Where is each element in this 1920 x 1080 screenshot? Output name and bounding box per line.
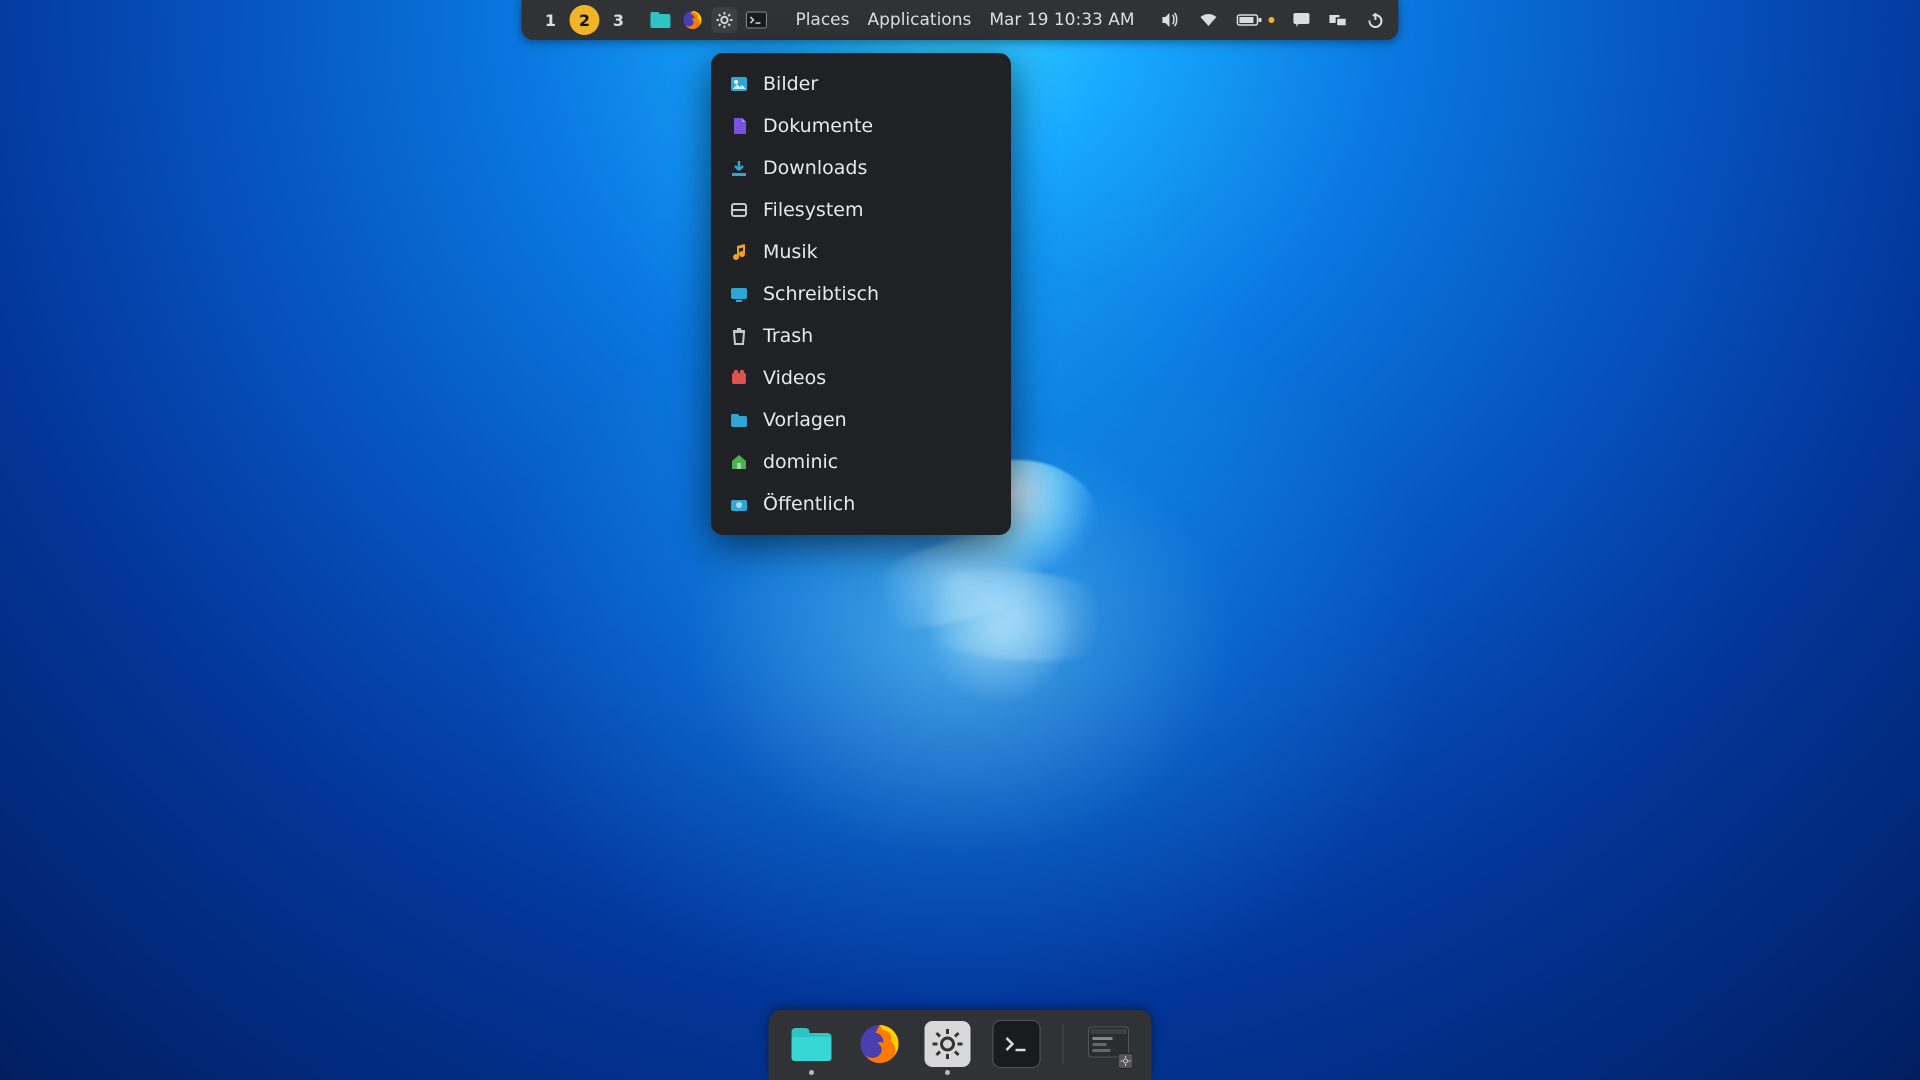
places-dropdown: Bilder Dokumente Downloads Filesystem Musik S… xyxy=(711,53,1011,535)
folder-icon xyxy=(729,410,749,430)
running-indicator xyxy=(945,1070,950,1075)
home-icon xyxy=(729,452,749,472)
terminal-icon[interactable] xyxy=(743,7,769,33)
downloads-icon xyxy=(729,158,749,178)
music-icon xyxy=(729,242,749,262)
menu-item-label: Videos xyxy=(763,367,826,389)
battery-indicator-dot xyxy=(1269,17,1275,23)
menu-item-label: Trash xyxy=(763,325,813,347)
chat-icon[interactable] xyxy=(1293,12,1311,28)
files-icon[interactable] xyxy=(647,7,673,33)
running-indicator xyxy=(809,1070,814,1075)
places-item-dominic[interactable]: dominic xyxy=(711,441,1011,483)
places-item-bilder[interactable]: Bilder xyxy=(711,63,1011,105)
documents-icon xyxy=(729,116,749,136)
menu-item-label: Musik xyxy=(763,241,818,263)
menu-item-label: Schreibtisch xyxy=(763,283,879,305)
videos-icon xyxy=(729,368,749,388)
workspace-switcher: 123 xyxy=(535,5,633,35)
places-item-schreibtisch[interactable]: Schreibtisch xyxy=(711,273,1011,315)
desktop-wallpaper: 123 Places Applications Mar 19 10:33 AM xyxy=(0,0,1920,1080)
gear-badge-icon xyxy=(1118,1053,1134,1069)
power-icon[interactable] xyxy=(1367,11,1385,29)
workspaces-icon[interactable] xyxy=(1329,12,1349,28)
places-item-musik[interactable]: Musik xyxy=(711,231,1011,273)
dock-separator xyxy=(1063,1024,1064,1064)
terminal-app-icon[interactable] xyxy=(993,1020,1041,1068)
places-item-filesystem[interactable]: Filesystem xyxy=(711,189,1011,231)
workspace-3[interactable]: 3 xyxy=(603,5,633,35)
public-icon xyxy=(729,494,749,514)
places-item-trash[interactable]: Trash xyxy=(711,315,1011,357)
settings-icon[interactable] xyxy=(711,7,737,33)
workspace-2[interactable]: 2 xyxy=(569,5,599,35)
places-item-vorlagen[interactable]: Vorlagen xyxy=(711,399,1011,441)
trash-icon xyxy=(729,326,749,346)
menu-item-label: Filesystem xyxy=(763,199,863,221)
files-app-icon[interactable] xyxy=(789,1021,835,1067)
settings-app-icon[interactable] xyxy=(925,1021,971,1067)
system-tray xyxy=(1161,11,1385,29)
volume-icon[interactable] xyxy=(1161,12,1181,28)
menu-item-label: Dokumente xyxy=(763,115,873,137)
workspace-1[interactable]: 1 xyxy=(535,5,565,35)
places-item-dokumente[interactable]: Dokumente xyxy=(711,105,1011,147)
firefox-app-icon[interactable] xyxy=(857,1021,903,1067)
settings-window-icon[interactable] xyxy=(1086,1021,1132,1067)
desktop-icon xyxy=(729,284,749,304)
top-panel: 123 Places Applications Mar 19 10:33 AM xyxy=(521,0,1398,40)
dock xyxy=(769,1010,1152,1080)
firefox-icon[interactable] xyxy=(679,7,705,33)
menu-item-label: Öffentlich xyxy=(763,493,855,515)
places-item-downloads[interactable]: Downloads xyxy=(711,147,1011,189)
wifi-icon[interactable] xyxy=(1199,12,1219,28)
filesystem-icon xyxy=(729,200,749,220)
menu-item-label: Downloads xyxy=(763,157,867,179)
menu-item-label: Vorlagen xyxy=(763,409,847,431)
menu-item-label: dominic xyxy=(763,451,838,473)
places-menu-button[interactable]: Places xyxy=(789,10,855,30)
places-item-videos[interactable]: Videos xyxy=(711,357,1011,399)
applications-menu-button[interactable]: Applications xyxy=(862,10,978,30)
clock[interactable]: Mar 19 10:33 AM xyxy=(983,10,1140,30)
places-item-öffentlich[interactable]: Öffentlich xyxy=(711,483,1011,525)
battery-icon[interactable] xyxy=(1237,13,1275,27)
pictures-icon xyxy=(729,74,749,94)
menu-item-label: Bilder xyxy=(763,73,818,95)
